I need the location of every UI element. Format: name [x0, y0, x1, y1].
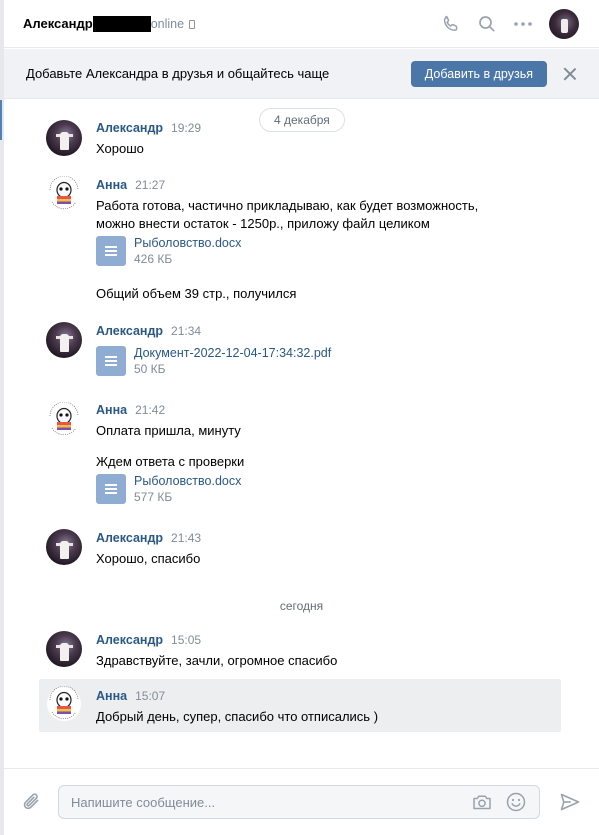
- search-icon[interactable]: [475, 12, 499, 36]
- message-author[interactable]: Александр: [96, 324, 163, 338]
- message-input-box[interactable]: [58, 785, 540, 819]
- chat-header: Александр online: [4, 0, 599, 48]
- message: Анна 21:27 Работа готова, частично прикла…: [96, 178, 576, 233]
- send-icon[interactable]: [558, 790, 582, 814]
- date-separator: сегодня: [279, 599, 324, 613]
- file-size: 50 КБ: [134, 362, 166, 376]
- file-name[interactable]: Рыболовство.docx: [134, 236, 241, 251]
- message-time[interactable]: 21:27: [135, 178, 165, 192]
- message-author[interactable]: Анна: [96, 403, 127, 417]
- emoji-icon[interactable]: [505, 791, 527, 813]
- avatar-figure: [60, 132, 69, 150]
- message-history[interactable]: 4 декабря Александр 19:29 Хорошо Анна 21:2…: [4, 100, 599, 768]
- message-text: Работа готова, частично прикладываю, как…: [96, 198, 479, 213]
- message-author[interactable]: Александр: [96, 121, 163, 135]
- header-avatar[interactable]: [549, 8, 579, 39]
- message-time[interactable]: 15:05: [171, 633, 201, 647]
- message-text: Ждем ответа с проверки: [96, 454, 245, 469]
- avatar-alexandr[interactable]: [46, 631, 82, 667]
- avatar-alexandr[interactable]: [46, 120, 82, 156]
- more-icon[interactable]: [511, 12, 535, 36]
- file-size: 577 КБ: [134, 490, 173, 504]
- phone-icon[interactable]: [439, 12, 463, 36]
- message-author[interactable]: Анна: [96, 178, 127, 192]
- message-author[interactable]: Анна: [96, 689, 127, 703]
- message-text: можно внести остаток - 1250р., приложу ф…: [96, 216, 430, 231]
- message-time[interactable]: 19:29: [171, 121, 201, 135]
- message-author[interactable]: Александр: [96, 531, 163, 545]
- file-attachment[interactable]: Рыболовство.docx 577 КБ: [96, 474, 241, 505]
- close-icon[interactable]: [563, 67, 577, 81]
- message: Анна 21:42 Оплата пришла, минуту Ждем отв…: [96, 403, 576, 471]
- message-text: Здравствуйте, зачли, огромное спасибо: [96, 653, 338, 668]
- message-composer: [4, 768, 599, 835]
- avatar-figure: [60, 541, 69, 559]
- avatar-figure: [561, 18, 568, 33]
- avatar-anna[interactable]: [46, 686, 82, 722]
- avatar-figure: [60, 334, 69, 352]
- message-time[interactable]: 15:07: [135, 689, 165, 703]
- redacted-block: [92, 15, 151, 32]
- file-name[interactable]: Рыболовство.docx: [134, 474, 241, 489]
- left-edge-accent: [0, 100, 2, 140]
- contact-name[interactable]: Александр: [23, 16, 93, 31]
- file-name[interactable]: Документ-2022-12-04-17:34:32.pdf: [134, 346, 331, 361]
- document-icon: [96, 346, 126, 376]
- file-attachment[interactable]: Документ-2022-12-04-17:34:32.pdf 50 КБ: [96, 346, 331, 377]
- mobile-icon: [189, 20, 196, 29]
- file-size: 426 КБ: [134, 252, 173, 266]
- document-icon: [96, 236, 126, 266]
- message: Александр 21:34: [96, 324, 576, 340]
- message: Александр 15:05 Здравствуйте, зачли, огро…: [96, 633, 576, 670]
- message-text: Хорошо, спасибо: [96, 551, 201, 566]
- message-input[interactable]: [71, 794, 459, 810]
- message: Анна 15:07 Добрый день, супер, спасибо чт…: [96, 689, 576, 726]
- banner-text: Добавьте Александра в друзья и общайтесь…: [26, 66, 330, 81]
- online-status: online: [150, 16, 185, 31]
- message-text: Общий объем 39 стр., получился: [96, 286, 297, 301]
- add-friend-button[interactable]: Добавить в друзья: [410, 60, 547, 87]
- paperclip-icon[interactable]: [20, 790, 44, 814]
- file-attachment[interactable]: Рыболовство.docx 426 КБ: [96, 236, 241, 267]
- avatar-alexandr[interactable]: [46, 529, 82, 565]
- avatar-anna[interactable]: [46, 402, 82, 438]
- message: Общий объем 39 стр., получился: [96, 285, 576, 303]
- message-time[interactable]: 21:43: [171, 531, 201, 545]
- message: Александр 19:29 Хорошо: [96, 121, 576, 158]
- add-friend-banner: Добавьте Александра в друзья и общайтесь…: [4, 49, 599, 99]
- message-text: Добрый день, супер, спасибо что отписали…: [96, 709, 379, 724]
- avatar-alexandr[interactable]: [46, 322, 82, 358]
- message: Александр 21:43 Хорошо, спасибо: [96, 531, 576, 568]
- message-time[interactable]: 21:42: [135, 403, 165, 417]
- avatar-figure: [60, 643, 69, 661]
- message-text: Хорошо: [96, 141, 144, 156]
- avatar-anna[interactable]: [46, 176, 82, 212]
- document-icon: [96, 474, 126, 504]
- message-author[interactable]: Александр: [96, 633, 163, 647]
- message-text: Оплата пришла, минуту: [96, 423, 241, 438]
- message-time[interactable]: 21:34: [171, 324, 201, 338]
- camera-icon[interactable]: [471, 791, 493, 813]
